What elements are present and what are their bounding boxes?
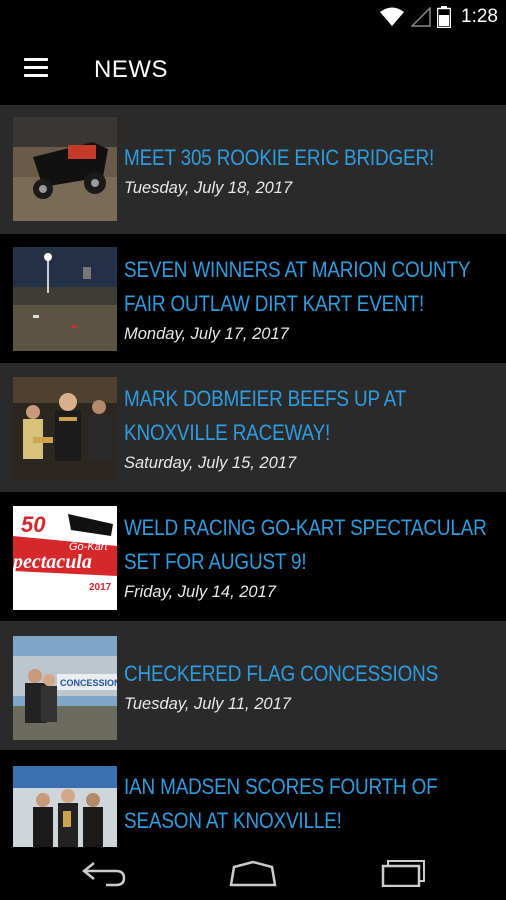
- news-item[interactable]: IAN MADSEN SCORES FOURTH OF SEASON AT KN…: [0, 750, 506, 847]
- news-headline[interactable]: IAN MADSEN SCORES FOURTH OF SEASON AT KN…: [124, 770, 495, 838]
- home-icon: [229, 860, 277, 887]
- news-item[interactable]: MEET 305 ROOKIE ERIC BRIDGER! Tuesday, J…: [0, 105, 506, 234]
- news-thumbnail: 50 Go-Kart pectacula 2017: [13, 506, 117, 610]
- news-headline[interactable]: WELD RACING GO-KART SPECTACULAR SET FOR …: [124, 511, 495, 579]
- news-date: Monday, July 17, 2017: [124, 324, 289, 343]
- news-thumbnail: [13, 377, 117, 481]
- concession-sign: CONCESSION: [60, 678, 117, 688]
- news-item[interactable]: MARK DOBMEIER BEEFS UP AT KNOXVILLE RACE…: [0, 363, 506, 492]
- status-icons: 1:28: [379, 5, 498, 29]
- navigation-bar: [0, 847, 506, 900]
- back-button[interactable]: [80, 859, 128, 892]
- news-headline[interactable]: SEVEN WINNERS AT MARION COUNTY FAIR OUTL…: [124, 253, 495, 321]
- page-title: NEWS: [94, 56, 168, 83]
- weld-logo-main: pectacula: [13, 551, 92, 573]
- signal-icon: [411, 7, 431, 27]
- news-thumbnail: [13, 766, 117, 847]
- status-bar: 1:28: [0, 0, 506, 34]
- battery-icon: [437, 6, 452, 28]
- news-date: Tuesday, July 18, 2017: [124, 178, 293, 197]
- status-time: 1:28: [461, 6, 498, 27]
- recents-button[interactable]: [380, 859, 428, 892]
- app-bar: NEWS: [0, 34, 506, 104]
- news-item[interactable]: SEVEN WINNERS AT MARION COUNTY FAIR OUTL…: [0, 234, 506, 363]
- recents-icon: [381, 860, 425, 888]
- home-button[interactable]: [228, 859, 278, 892]
- news-item[interactable]: 50 Go-Kart pectacula 2017 WELD RACING GO…: [0, 492, 506, 621]
- news-headline[interactable]: MEET 305 ROOKIE ERIC BRIDGER!: [124, 141, 495, 175]
- weld-logo-year: 2017: [89, 582, 112, 593]
- news-date: Saturday, July 15, 2017: [124, 453, 297, 472]
- back-icon: [81, 862, 126, 887]
- news-item[interactable]: CONCESSION CHECKERED FLAG CONCESSIONS Tu…: [0, 621, 506, 750]
- weld-logo-number: 50: [21, 512, 46, 537]
- wifi-icon: [380, 7, 405, 26]
- news-thumbnail: CONCESSION: [13, 636, 117, 740]
- news-date: Friday, July 14, 2017: [124, 582, 276, 601]
- news-list[interactable]: MEET 305 ROOKIE ERIC BRIDGER! Tuesday, J…: [0, 105, 506, 847]
- menu-icon[interactable]: [24, 58, 48, 78]
- news-thumbnail: [13, 247, 117, 351]
- news-headline[interactable]: CHECKERED FLAG CONCESSIONS: [124, 657, 495, 691]
- news-thumbnail: [13, 117, 117, 221]
- news-date: Tuesday, July 11, 2017: [124, 694, 291, 713]
- news-headline[interactable]: MARK DOBMEIER BEEFS UP AT KNOXVILLE RACE…: [124, 382, 495, 450]
